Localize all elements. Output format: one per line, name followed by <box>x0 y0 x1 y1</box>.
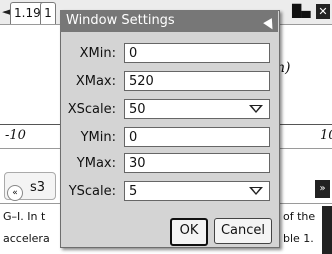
entry-text: s3 <box>30 180 46 195</box>
collapse-icon[interactable]: « <box>7 185 23 201</box>
chevron-down-icon[interactable] <box>249 105 263 113</box>
battery-icon: █▄ <box>292 4 311 18</box>
question-text-right: of the <box>283 210 316 223</box>
yscale-value: 5 <box>129 184 138 199</box>
chevron-down-icon[interactable] <box>249 187 263 195</box>
cancel-button[interactable]: Cancel <box>214 218 272 244</box>
xscale-select[interactable]: 50 <box>124 99 270 119</box>
dialog-title: Window Settings <box>60 10 278 32</box>
question-text-left: accelera <box>3 232 50 245</box>
ok-button[interactable]: OK <box>170 218 208 246</box>
ymin-input[interactable]: 0 <box>124 127 270 147</box>
xmin-input[interactable]: 0 <box>124 43 270 63</box>
xscale-value: 50 <box>129 102 146 117</box>
x-axis-min-label: -10 <box>5 128 26 143</box>
xmax-label: XMax: <box>75 74 116 89</box>
x-axis-max-label: 10 <box>320 128 332 143</box>
ymin-label: YMin: <box>80 130 116 145</box>
expand-icon[interactable]: » <box>315 180 330 198</box>
yscale-select[interactable]: 5 <box>124 181 270 201</box>
yscale-label: YScale: <box>68 184 116 199</box>
xmax-input[interactable]: 520 <box>124 71 270 91</box>
tab-page-next[interactable]: 1 <box>40 2 56 24</box>
question-text-right: ble 1. <box>283 232 314 245</box>
xscale-label: XScale: <box>67 102 116 117</box>
scrollbar[interactable] <box>322 206 332 254</box>
close-icon[interactable]: ✕ <box>316 4 330 19</box>
question-text-left: G–I. In t <box>3 210 46 223</box>
ymax-input[interactable]: 30 <box>124 153 270 173</box>
ymax-label: YMax: <box>76 156 116 171</box>
xmin-label: XMin: <box>79 46 116 61</box>
